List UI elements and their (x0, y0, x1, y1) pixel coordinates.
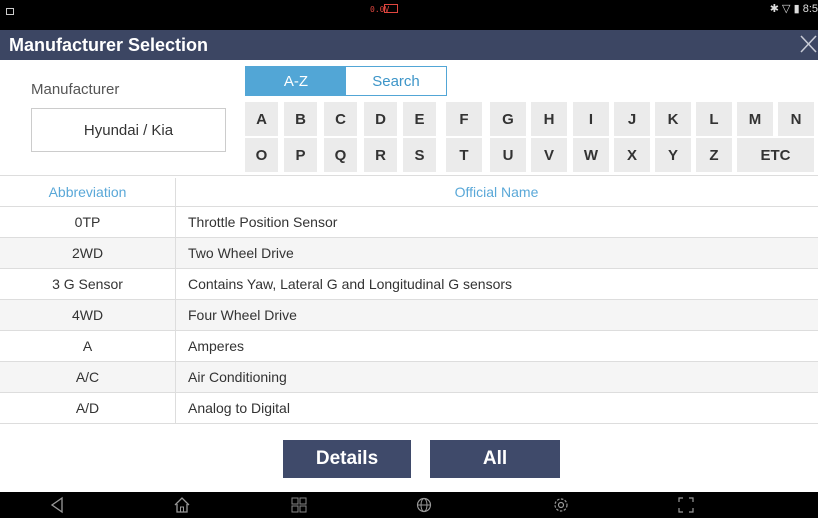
letter-button-m[interactable]: M (737, 102, 773, 136)
table-row[interactable]: 3 G Sensor Contains Yaw, Lateral G and L… (0, 269, 818, 300)
close-icon[interactable] (796, 32, 818, 56)
letter-button-n[interactable]: N (778, 102, 814, 136)
row-official-name: Amperes (188, 338, 245, 354)
details-button[interactable]: Details (283, 440, 411, 478)
letter-button-p[interactable]: P (284, 138, 317, 172)
letter-button-q[interactable]: Q (324, 138, 357, 172)
table-row[interactable]: 4WD Four Wheel Drive (0, 300, 818, 331)
letter-button-c[interactable]: C (324, 102, 357, 136)
table-row[interactable]: A/D Analog to Digital (0, 393, 818, 424)
row-abbreviation: A/D (75, 400, 100, 416)
letter-button-s[interactable]: S (403, 138, 436, 172)
tab-bar: A-Z Search (245, 66, 447, 96)
back-icon[interactable] (48, 495, 68, 515)
row-official-name: Contains Yaw, Lateral G and Longitudinal… (188, 276, 513, 292)
title-bar: Manufacturer Selection (0, 30, 818, 60)
letter-button-t[interactable]: T (446, 138, 482, 172)
letter-button-r[interactable]: R (364, 138, 397, 172)
letter-button-j[interactable]: J (614, 102, 650, 136)
table-row[interactable]: A/C Air Conditioning (0, 362, 818, 393)
table-row[interactable]: 0TP Throttle Position Sensor (0, 207, 818, 238)
column-divider (175, 178, 176, 424)
letter-button-e[interactable]: E (403, 102, 436, 136)
page-title: Manufacturer Selection (9, 35, 209, 55)
row-official-name: Throttle Position Sensor (188, 214, 338, 230)
navigation-bar (0, 492, 818, 518)
recent-apps-icon[interactable] (289, 495, 309, 515)
letter-button-k[interactable]: K (655, 102, 691, 136)
header-abbreviation: Abbreviation (48, 184, 127, 200)
row-abbreviation: 3 G Sensor (52, 276, 123, 292)
letter-button-u[interactable]: U (490, 138, 526, 172)
clock: 8:5 (802, 3, 818, 15)
letter-button-w[interactable]: W (573, 138, 609, 172)
browser-icon[interactable] (414, 495, 434, 515)
letter-button-d[interactable]: D (364, 102, 397, 136)
letter-button-i[interactable]: I (573, 102, 609, 136)
row-abbreviation: 2WD (71, 245, 104, 261)
table-row[interactable]: A Amperes (0, 331, 818, 362)
status-right: ✱ ▽ ▮ 8:5 (770, 2, 818, 15)
letter-button-g[interactable]: G (490, 102, 526, 136)
row-official-name: Four Wheel Drive (188, 307, 297, 323)
row-abbreviation: 4WD (71, 307, 104, 323)
letter-button-o[interactable]: O (245, 138, 278, 172)
header-official-name: Official Name (454, 184, 539, 200)
tab-a-z[interactable]: A-Z (246, 67, 346, 95)
letter-button-l[interactable]: L (696, 102, 732, 136)
manufacturer-label: Manufacturer (31, 81, 120, 98)
notification-icon (6, 8, 14, 15)
row-official-name: Air Conditioning (188, 369, 287, 385)
table-header: Abbreviation Official Name (0, 178, 818, 207)
row-abbreviation: 0TP (74, 214, 101, 230)
divider (0, 175, 818, 176)
row-abbreviation: A (82, 338, 93, 354)
letter-button-b[interactable]: B (284, 102, 317, 136)
status-bar: 0.0V ✱ ▽ ▮ 8:5 (0, 0, 818, 30)
home-icon[interactable] (172, 495, 192, 515)
letter-button-h[interactable]: H (531, 102, 567, 136)
screenshot-icon[interactable] (676, 495, 696, 515)
wifi-icon: ▽ (782, 3, 791, 15)
row-abbreviation: A/C (75, 369, 100, 385)
row-official-name: Analog to Digital (188, 400, 290, 416)
letter-button-etc[interactable]: ETC (737, 138, 814, 172)
battery-icon: ▮ (793, 3, 800, 15)
battery-voltage-icon (384, 4, 398, 13)
letter-button-v[interactable]: V (531, 138, 567, 172)
letter-button-f[interactable]: F (446, 102, 482, 136)
table-row[interactable]: 2WD Two Wheel Drive (0, 238, 818, 269)
manufacturer-field[interactable]: Hyundai / Kia (31, 108, 226, 152)
row-official-name: Two Wheel Drive (188, 245, 294, 261)
all-button[interactable]: All (430, 440, 560, 478)
letter-button-z[interactable]: Z (696, 138, 732, 172)
letter-button-a[interactable]: A (245, 102, 278, 136)
tab-search[interactable]: Search (346, 67, 446, 95)
bluetooth-icon: ✱ (769, 3, 779, 15)
letter-button-x[interactable]: X (614, 138, 650, 172)
letter-button-y[interactable]: Y (655, 138, 691, 172)
settings-icon[interactable] (551, 495, 571, 515)
